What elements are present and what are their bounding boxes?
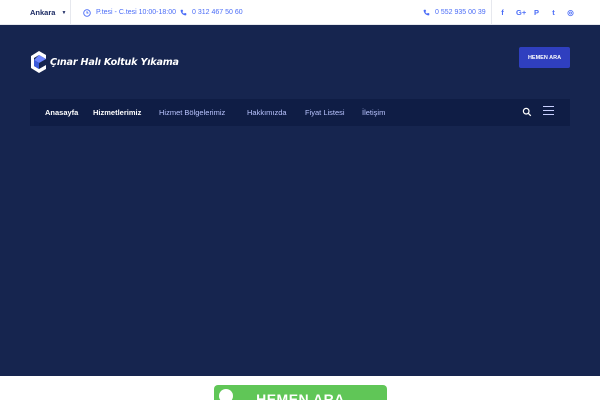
clock-icon [83,8,91,17]
facebook-icon[interactable]: f [499,8,506,17]
nav-item-service-areas[interactable]: Hizmet Bölgelerimiz [159,99,225,126]
nav-item-home[interactable]: Anasayfa [45,99,78,126]
social-links: f G+ P t ◎ [499,0,574,25]
main-nav: Anasayfa Hizmetlerimiz Hizmet Bölgelerim… [30,99,570,126]
chevron-down-icon: ▼ [61,9,67,16]
mobile-phone[interactable]: 0 552 935 00 39 [423,0,486,25]
hamburger-menu-icon[interactable] [543,106,554,116]
instagram-icon[interactable]: ◎ [567,8,574,17]
city-label: Ankara [30,8,56,17]
city-selector[interactable]: Ankara ▼ [30,0,66,25]
search-icon[interactable] [522,107,532,117]
divider [491,0,492,25]
google-plus-icon[interactable]: G+ [516,8,526,17]
phone-icon [423,9,430,16]
divider [70,0,71,25]
call-now-button[interactable]: HEMEN ARA [519,47,570,68]
logo-mark-icon [31,51,46,73]
top-bar: Ankara ▼ P.tesi - C.tesi 10:00-18:00 0 3… [0,0,600,25]
hero-section [0,25,600,376]
floating-call-label: HEMEN ARA [256,391,345,400]
logo-text: Çınar Halı Koltuk Yıkama [50,56,179,68]
nav-item-about[interactable]: Hakkımızda [247,99,287,126]
pinterest-icon[interactable]: P [533,8,540,17]
phone-icon [180,9,187,16]
floating-call-button[interactable]: HEMEN ARA [214,385,387,400]
landline-phone[interactable]: 0 312 467 50 60 [180,0,243,25]
twitter-icon[interactable]: t [550,8,557,17]
nav-item-price-list[interactable]: Fiyat Listesi [305,99,345,126]
site-logo[interactable]: Çınar Halı Koltuk Yıkama [30,49,179,75]
hours-text: P.tesi - C.tesi 10:00-18:00 [96,9,177,16]
landline-number: 0 312 467 50 60 [192,9,243,16]
nav-item-services[interactable]: Hizmetlerimiz [93,99,141,126]
nav-item-contact[interactable]: İletişim [362,99,385,126]
mobile-number: 0 552 935 00 39 [435,9,486,16]
working-hours: P.tesi - C.tesi 10:00-18:00 [83,0,176,25]
